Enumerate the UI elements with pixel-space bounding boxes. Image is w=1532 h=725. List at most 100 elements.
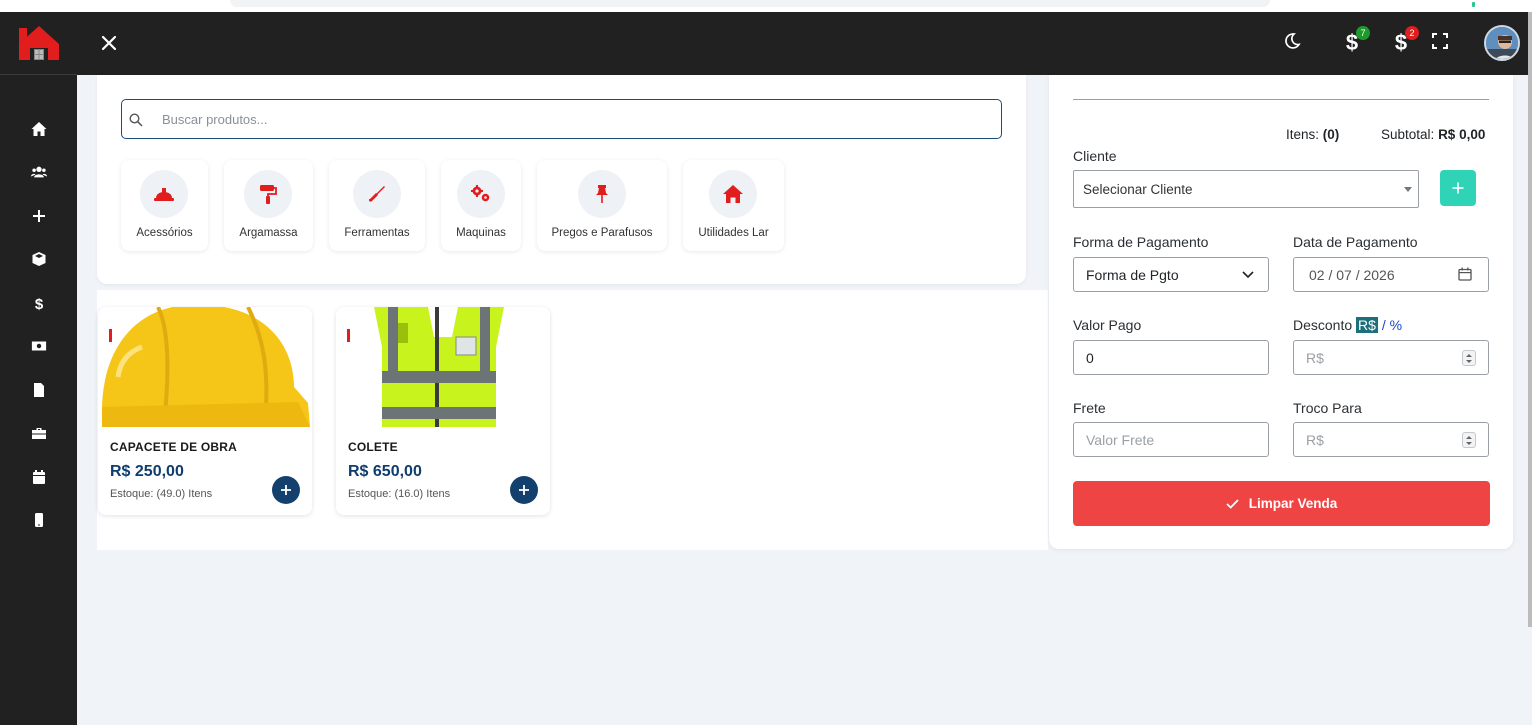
category-pregos-parafusos[interactable]: Pregos e Parafusos xyxy=(537,160,667,251)
frete-input[interactable]: Valor Frete xyxy=(1073,422,1269,457)
category-icon-circle xyxy=(244,170,292,218)
troco-placeholder: R$ xyxy=(1306,432,1324,448)
chevron-down-icon xyxy=(1242,271,1254,279)
sidebar-item-services[interactable] xyxy=(0,412,77,456)
category-utilidades-lar[interactable]: Utilidades Lar xyxy=(683,160,784,251)
plus-icon xyxy=(32,209,45,222)
sidebar-item-finance[interactable]: $ xyxy=(0,281,77,325)
category-label: Acessórios xyxy=(136,227,193,239)
data-pagamento-label: Data de Pagamento xyxy=(1293,234,1418,250)
sales-notification-button[interactable]: $ 7 xyxy=(1339,26,1370,56)
sidebar-item-calendar[interactable] xyxy=(0,455,77,499)
users-icon xyxy=(30,166,47,178)
cliente-select[interactable]: Selecionar Cliente xyxy=(1073,170,1419,208)
cliente-label: Cliente xyxy=(1073,148,1117,164)
page-scrollbar[interactable] xyxy=(1528,12,1532,627)
gears-icon xyxy=(471,185,490,202)
check-icon xyxy=(1226,498,1239,509)
desconto-placeholder: R$ xyxy=(1306,350,1324,366)
product-flag xyxy=(347,329,350,342)
logo-icon xyxy=(18,26,59,60)
desconto-label-text: Desconto xyxy=(1293,317,1353,333)
svg-text:$: $ xyxy=(34,296,43,311)
sidebar-item-mobile[interactable] xyxy=(0,499,77,543)
sidebar-item-documents[interactable] xyxy=(0,368,77,412)
browser-address-bar[interactable] xyxy=(230,0,1270,7)
sidebar-item-products[interactable] xyxy=(0,238,77,282)
sidebar-item-new[interactable] xyxy=(0,194,77,238)
payables-badge: 2 xyxy=(1405,26,1419,40)
product-price: R$ 650,00 xyxy=(348,463,422,480)
category-ferramentas[interactable]: Ferramentas xyxy=(329,160,425,251)
category-icon-circle xyxy=(457,170,505,218)
sidebar-item-clients[interactable] xyxy=(0,151,77,195)
divider xyxy=(1073,99,1489,100)
category-argamassa[interactable]: Argamassa xyxy=(224,160,313,251)
troco-input[interactable]: R$ xyxy=(1293,422,1489,457)
product-image-helmet xyxy=(98,307,312,427)
logo[interactable] xyxy=(0,12,77,75)
user-avatar[interactable] xyxy=(1484,25,1520,61)
category-icon-circle xyxy=(578,170,626,218)
sidebar-nav: $ xyxy=(0,107,77,542)
troco-label: Troco Para xyxy=(1293,400,1362,416)
frete-label: Frete xyxy=(1073,400,1106,416)
number-spinner[interactable] xyxy=(1462,432,1476,448)
payables-notification-button[interactable]: $ 2 xyxy=(1388,26,1419,56)
topbar: $ 7 $ 2 xyxy=(77,12,1532,75)
items-summary: Itens: (0) xyxy=(1286,127,1339,142)
data-pagamento-input[interactable]: 02 / 07 / 2026 xyxy=(1293,257,1489,292)
category-label: Argamassa xyxy=(239,227,298,239)
browser-indicator xyxy=(1472,2,1475,7)
add-client-button[interactable] xyxy=(1440,170,1476,206)
dark-mode-toggle[interactable] xyxy=(1279,26,1305,56)
screwdriver-icon xyxy=(369,186,385,202)
product-card[interactable]: COLETE R$ 650,00 Estoque: (16.0) Itens xyxy=(336,307,550,515)
close-sidebar-button[interactable] xyxy=(99,33,119,53)
forma-pagamento-select[interactable]: Forma de Pgto xyxy=(1073,257,1269,292)
subtotal-label: Subtotal: xyxy=(1381,127,1435,142)
sidebar-item-home[interactable] xyxy=(0,107,77,151)
category-label: Utilidades Lar xyxy=(698,227,769,239)
category-maquinas[interactable]: Maquinas xyxy=(441,160,521,251)
clear-sale-label: Limpar Venda xyxy=(1248,496,1338,511)
sidebar: $ xyxy=(0,12,77,725)
sidebar-item-cash[interactable] xyxy=(0,325,77,369)
add-to-cart-button[interactable] xyxy=(272,476,300,504)
items-label: Itens: xyxy=(1286,127,1320,142)
search-field[interactable] xyxy=(121,99,1002,139)
close-icon xyxy=(101,35,117,51)
fullscreen-button[interactable] xyxy=(1427,26,1453,56)
category-label: Pregos e Parafusos xyxy=(551,227,653,239)
desconto-separator: / xyxy=(1377,317,1390,333)
desconto-rs-toggle[interactable]: R$ xyxy=(1356,317,1378,333)
plus-icon xyxy=(1452,182,1464,194)
page-background xyxy=(97,550,1513,725)
category-label: Maquinas xyxy=(456,227,506,239)
desconto-input[interactable]: R$ xyxy=(1293,340,1489,375)
number-spinner[interactable] xyxy=(1462,350,1476,366)
valor-pago-input[interactable]: 0 xyxy=(1073,340,1269,375)
paint-roller-icon xyxy=(260,185,277,204)
add-to-cart-button[interactable] xyxy=(510,476,538,504)
product-name: COLETE xyxy=(348,440,398,454)
expand-icon xyxy=(1432,33,1448,49)
desconto-percent-toggle[interactable]: % xyxy=(1390,317,1402,333)
category-icon-circle xyxy=(709,170,757,218)
clear-sale-button[interactable]: Limpar Venda xyxy=(1073,481,1490,526)
product-image-vest xyxy=(336,307,550,427)
dollar-icon: $ xyxy=(34,296,43,311)
calendar-icon[interactable] xyxy=(1458,267,1472,281)
search-input[interactable] xyxy=(162,108,982,130)
product-stock: Estoque: (49.0) Itens xyxy=(110,488,213,500)
home-icon xyxy=(31,121,46,136)
product-card[interactable]: CAPACETE DE OBRA R$ 250,00 Estoque: (49.… xyxy=(98,307,312,515)
sales-badge: 7 xyxy=(1356,26,1370,40)
category-acessorios[interactable]: Acessórios xyxy=(121,160,208,251)
category-icon-circle xyxy=(140,170,188,218)
chevron-down-icon xyxy=(1404,187,1412,192)
product-price: R$ 250,00 xyxy=(110,463,184,480)
cliente-select-value: Selecionar Cliente xyxy=(1083,182,1193,197)
search-icon xyxy=(129,113,143,127)
data-pagamento-value: 02 / 07 / 2026 xyxy=(1309,267,1395,283)
